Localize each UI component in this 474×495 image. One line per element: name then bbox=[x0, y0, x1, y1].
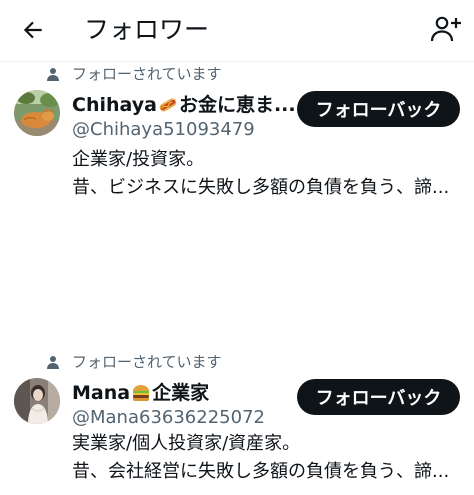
header-divider bbox=[0, 61, 474, 62]
bio-line: 昔、会社経営に失敗し多額の負債を負う、諦... bbox=[72, 461, 450, 482]
user-handle[interactable]: @Mana63636225072 bbox=[72, 406, 265, 430]
follower-card[interactable]: フォローされています Mana 企業家 @Mana63636225072 フォロ… bbox=[0, 352, 474, 492]
display-name[interactable]: Chihaya お金に恵ま... bbox=[72, 92, 296, 118]
display-name[interactable]: Mana 企業家 bbox=[72, 380, 209, 406]
follows-you-indicator: フォローされています bbox=[46, 352, 222, 372]
follow-back-button[interactable]: フォローバック bbox=[297, 91, 460, 127]
display-name-part: お金に恵ま... bbox=[178, 94, 296, 116]
arrow-left-icon[interactable] bbox=[20, 17, 46, 43]
avatar-image bbox=[14, 90, 60, 136]
header: フォロワー bbox=[0, 0, 474, 60]
display-name-part: Mana bbox=[72, 382, 131, 404]
follows-you-label: フォローされています bbox=[72, 65, 222, 83]
bio-line: 昔、ビジネスに失敗し多額の負債を負う、諦... bbox=[72, 177, 450, 198]
display-name-part: 企業家 bbox=[152, 382, 210, 404]
add-user-icon[interactable] bbox=[430, 14, 462, 44]
user-handle[interactable]: @Chihaya51093479 bbox=[72, 118, 255, 142]
page-title: フォロワー bbox=[84, 15, 210, 44]
avatar-image bbox=[14, 378, 60, 424]
avatar[interactable] bbox=[14, 90, 60, 136]
avatar[interactable] bbox=[14, 378, 60, 424]
display-name-part: Chihaya bbox=[72, 94, 157, 116]
bio-line: 実業家/個人投資家/資産家。 bbox=[72, 433, 301, 454]
person-icon bbox=[47, 68, 59, 81]
person-icon bbox=[47, 356, 59, 369]
follower-card[interactable]: フォローされています Chihaya お金に恵ま... @Chihaya5109… bbox=[0, 64, 474, 214]
burger-emoji bbox=[133, 385, 150, 401]
hotdog-emoji bbox=[159, 98, 177, 112]
follows-you-label: フォローされています bbox=[72, 353, 222, 371]
bio-line: 企業家/投資家。 bbox=[72, 149, 205, 170]
follow-back-button[interactable]: フォローバック bbox=[297, 379, 460, 415]
follows-you-indicator: フォローされています bbox=[46, 64, 222, 84]
